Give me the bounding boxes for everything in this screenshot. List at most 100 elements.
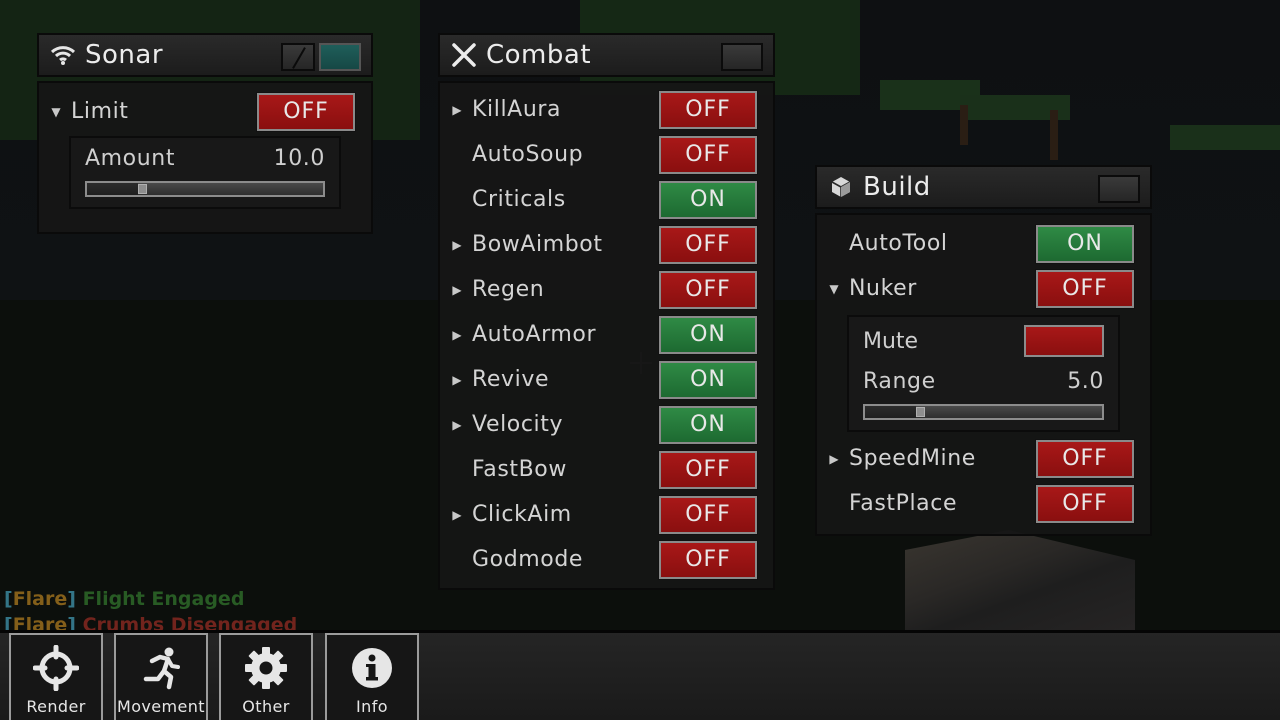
range-slider[interactable] — [863, 404, 1104, 420]
collapsed-arrow-icon[interactable]: ▶ — [450, 103, 464, 117]
nav-label: Info — [356, 697, 388, 716]
tree-trunk — [1050, 110, 1058, 160]
build-panel: Build ▶ AutoTool ON ▼ Nuker OFF Mute Ran… — [815, 165, 1152, 536]
module-row-godmode: ▶GodmodeOFF — [440, 537, 773, 582]
nav-button-info[interactable]: Info — [325, 633, 419, 720]
module-label: Criticals — [472, 187, 566, 212]
module-label: ClickAim — [472, 502, 572, 527]
collapsed-arrow-icon[interactable]: ▶ — [450, 328, 464, 342]
combat-panel: Combat ▶ KillAura OFF ▶ AutoSoup OFF ▶ Critical… — [438, 33, 775, 590]
collapsed-arrow-icon[interactable]: ▶ — [450, 283, 464, 297]
crosshair-icon — [33, 645, 79, 691]
toggle-button[interactable]: ON — [1035, 223, 1135, 264]
category-bar: Render Movement Other Info — [0, 630, 1280, 720]
toggle-button[interactable]: OFF — [658, 494, 758, 535]
crossed-swords-icon — [450, 41, 478, 69]
combat-panel-header[interactable]: Combat — [438, 33, 775, 77]
collapsed-arrow-icon[interactable]: ▶ — [450, 508, 464, 522]
module-label: SpeedMine — [849, 446, 976, 471]
cube-icon — [827, 173, 855, 201]
mute-toggle[interactable] — [1024, 325, 1104, 357]
module-row-fastplace: ▶ FastPlace OFF — [817, 481, 1150, 526]
gear-icon — [245, 647, 287, 689]
pinned-toggle-button[interactable] — [319, 43, 361, 71]
collapsed-arrow-icon[interactable]: ▶ — [450, 373, 464, 387]
module-row-clickaim: ▶ ClickAim OFF — [440, 492, 773, 537]
module-row-nuker: ▼ Nuker OFF — [817, 266, 1150, 311]
nav-label: Render — [26, 697, 86, 716]
nuker-settings: Mute Range 5.0 — [847, 315, 1120, 432]
slider-label: Amount — [85, 146, 176, 171]
module-label: AutoArmor — [472, 322, 597, 347]
module-label: Revive — [472, 367, 550, 392]
toggle-button[interactable]: OFF — [658, 134, 758, 175]
mute-label: Mute — [863, 328, 919, 354]
pin-button[interactable] — [721, 43, 763, 71]
combat-panel-body: ▶ KillAura OFF ▶ AutoSoup OFF ▶ Criticals ON ▶ Bow… — [438, 81, 775, 590]
toggle-button[interactable]: OFF — [658, 269, 758, 310]
module-label: AutoTool — [849, 231, 948, 256]
collapsed-arrow-icon[interactable]: ▶ — [827, 452, 841, 466]
module-row-regen: ▶ Regen OFF — [440, 267, 773, 312]
nav-button-movement[interactable]: Movement — [114, 633, 208, 720]
build-panel-body: ▶ AutoTool ON ▼ Nuker OFF Mute Range 5.0 — [815, 213, 1152, 536]
toggle-button[interactable]: ON — [658, 179, 758, 220]
module-row-autoarmor: ▶ AutoArmor ON — [440, 312, 773, 357]
module-row-autosoup: ▶AutoSoupOFF — [440, 132, 773, 177]
toggle-button[interactable]: OFF — [658, 449, 758, 490]
slider-fill — [865, 406, 916, 418]
chat-sender: Flare — [12, 588, 68, 610]
sonar-panel: Sonar ▼ Limit OFF Amount 10.0 — [37, 33, 373, 234]
expanded-arrow-icon[interactable]: ▼ — [827, 282, 841, 296]
module-row-limit: ▼ Limit OFF — [39, 89, 371, 134]
toggle-button[interactable]: ON — [658, 404, 758, 445]
panel-title: Combat — [486, 40, 592, 70]
slider-handle[interactable] — [138, 184, 147, 194]
slider-handle[interactable] — [916, 407, 925, 417]
nav-button-other[interactable]: Other — [219, 633, 313, 720]
tree-canopy — [1170, 125, 1280, 150]
toggle-button[interactable]: OFF — [658, 89, 758, 130]
amount-slider[interactable] — [85, 181, 325, 197]
module-row-revive: ▶ Revive ON — [440, 357, 773, 402]
module-label: KillAura — [472, 97, 562, 122]
module-row-criticals: ▶CriticalsON — [440, 177, 773, 222]
pin-button[interactable] — [281, 43, 315, 71]
expanded-arrow-icon[interactable]: ▼ — [49, 105, 63, 119]
slider-value: 5.0 — [1067, 369, 1104, 394]
module-row-fastbow: ▶FastBowOFF — [440, 447, 773, 492]
pin-button[interactable] — [1098, 175, 1140, 203]
toggle-button[interactable]: OFF — [1035, 483, 1135, 524]
module-row-velocity: ▶ Velocity ON — [440, 402, 773, 447]
collapsed-arrow-icon[interactable]: ▶ — [450, 238, 464, 252]
module-row-killaura: ▶ KillAura OFF — [440, 87, 773, 132]
info-icon — [352, 648, 392, 688]
wifi-icon — [49, 41, 77, 69]
toggle-button[interactable]: OFF — [658, 539, 758, 580]
module-label: Velocity — [472, 412, 564, 437]
running-person-icon — [143, 647, 180, 690]
toggle-button[interactable]: OFF — [658, 224, 758, 265]
module-label: BowAimbot — [472, 232, 603, 257]
module-label: Limit — [71, 99, 129, 124]
slider-value: 10.0 — [273, 146, 325, 171]
toggle-button[interactable]: OFF — [256, 91, 356, 132]
module-row-speedmine: ▶ SpeedMine OFF — [817, 436, 1150, 481]
limit-settings: Amount 10.0 — [69, 136, 341, 209]
panel-title: Build — [863, 172, 931, 202]
toggle-button[interactable]: OFF — [1035, 438, 1135, 479]
module-row-bowaimbot: ▶ BowAimbot OFF — [440, 222, 773, 267]
toggle-button[interactable]: ON — [658, 314, 758, 355]
toggle-button[interactable]: OFF — [1035, 268, 1135, 309]
sonar-panel-body: ▼ Limit OFF Amount 10.0 — [37, 81, 373, 234]
chat-message: [Flare] Flight Engaged — [4, 588, 245, 610]
module-row-autotool: ▶ AutoTool ON — [817, 221, 1150, 266]
nav-button-render[interactable]: Render — [9, 633, 103, 720]
collapsed-arrow-icon[interactable]: ▶ — [450, 418, 464, 432]
sonar-panel-header[interactable]: Sonar — [37, 33, 373, 77]
slider-label: Range — [863, 369, 936, 394]
toggle-button[interactable]: ON — [658, 359, 758, 400]
module-label: AutoSoup — [472, 142, 584, 167]
build-panel-header[interactable]: Build — [815, 165, 1152, 209]
module-label: Nuker — [849, 276, 917, 301]
